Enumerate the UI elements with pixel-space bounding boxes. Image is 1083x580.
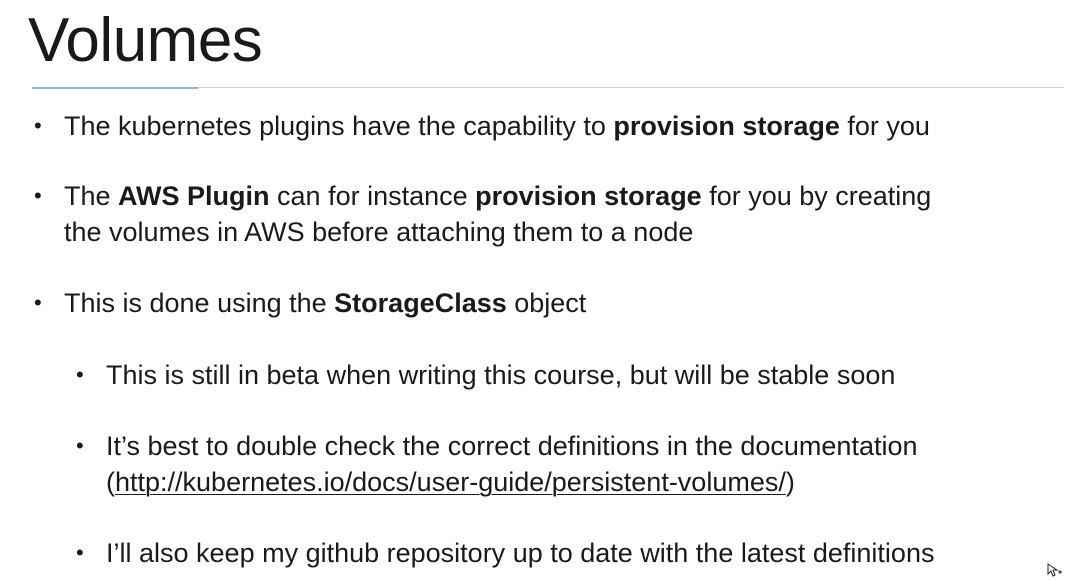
bullet-text: It’s best to double check the correct de… [106,431,918,461]
bullet-emphasis: AWS Plugin [118,181,270,211]
sub-bullet-item: • I’ll also keep my github repository up… [76,535,935,571]
bullet-emphasis: StorageClass [334,288,507,318]
bullet-dot: • [34,113,42,138]
move-cursor-icon [1047,563,1062,577]
slide: Volumes • The kubernetes plugins have th… [0,0,1083,580]
paren-open: ( [106,467,115,497]
bullet-text: I’ll also keep my github repository up t… [106,538,935,568]
bullet-text: for you [839,111,930,141]
bullet-item: • The kubernetes plugins have the capabi… [34,108,930,144]
slide-title: Volumes [28,6,263,75]
bullet-dot: • [34,290,42,315]
bullet-text: for you by creating [701,181,932,211]
bullet-text: can for instance [269,181,476,211]
documentation-link[interactable]: http://kubernetes.io/docs/user-guide/per… [115,467,786,497]
sub-bullet-item: • It’s best to double check the correct … [76,428,918,500]
bullet-text: The kubernetes plugins have the capabili… [64,111,614,141]
bullet-emphasis: provision storage [475,181,702,211]
bullet-dot: • [34,183,42,208]
bullet-dot: • [76,540,84,565]
bullet-emphasis: provision storage [613,111,840,141]
bullet-text-continued: the volumes in AWS before attaching them… [64,217,694,247]
bullet-item: • The AWS Plugin can for instance provis… [34,178,932,250]
bullet-text: This is still in beta when writing this … [106,360,896,390]
bullet-text: The [64,181,119,211]
bullet-dot: • [76,362,84,387]
bullet-dot: • [76,433,84,458]
bullet-text: This is done using the [64,288,335,318]
bullet-text: object [506,288,587,318]
bullet-item: • This is done using the StorageClass ob… [34,285,587,321]
title-divider-accent [32,87,198,89]
sub-bullet-item: • This is still in beta when writing thi… [76,357,896,393]
paren-close: ) [785,467,795,497]
